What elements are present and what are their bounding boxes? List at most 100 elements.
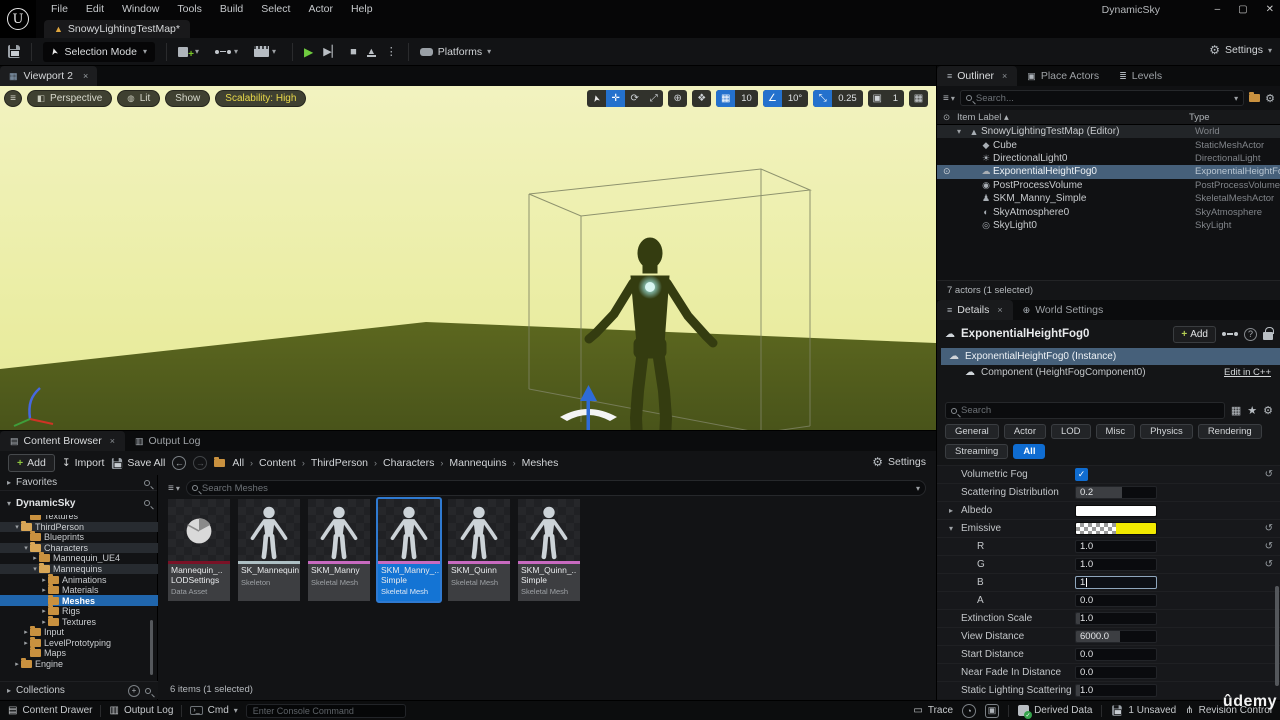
folder-tree-row[interactable]: ▾ThirdPerson [0,522,158,533]
breadcrumb-item[interactable]: Mannequins [449,457,506,469]
minimize-button[interactable]: – [1215,4,1221,15]
outliner-row[interactable]: ♟SKM_Manny_SimpleSkeletalMeshActor [937,192,1280,205]
play-button[interactable]: ▶ [304,45,313,59]
add-button[interactable]: + Add [8,454,55,472]
blueprints-button[interactable]: ▾ [215,47,238,56]
blueprint-icon[interactable] [1222,332,1238,336]
insights-icon[interactable]: ◔ [962,704,976,718]
asset-tile[interactable]: SKM_MannySkeletal Mesh [308,499,370,601]
value-field[interactable]: 1.0 [1075,558,1157,571]
filter-chip-physics[interactable]: Physics [1140,424,1193,439]
close-icon[interactable]: × [83,71,88,81]
tab-place-actors[interactable]: ▣ Place Actors [1017,66,1109,86]
close-icon[interactable]: × [110,436,115,446]
folder-tree-row[interactable]: ▸LevelPrototyping [0,638,158,649]
camera-speed-value[interactable]: 1 [887,93,904,104]
type-header[interactable]: Type [1189,112,1275,123]
selection-mode-dropdown[interactable]: ➤ Selection Mode ▾ [43,42,155,62]
save-icon[interactable] [8,45,20,58]
outliner-row[interactable]: ◐SkyAtmosphere0SkyAtmosphere [937,205,1280,218]
asset-tile[interactable]: Mannequin_..LODSettingsData Asset [168,499,230,601]
select-tool-button[interactable]: ➤ [587,90,606,107]
derived-data-button[interactable]: Derived Data [1018,705,1092,716]
expander-icon[interactable]: ▸ [40,586,48,594]
collections-header[interactable]: ▸ Collections + [0,681,158,699]
tab-outliner[interactable]: ≡ Outliner × [937,66,1017,86]
favorites-icon[interactable]: ★ [1247,404,1257,417]
outliner-row[interactable]: ◉PostProcessVolumePostProcessVolume [937,179,1280,192]
viewport-tab[interactable]: ▦ Viewport 2 × [0,66,97,86]
component-row[interactable]: ☁ Component (HeightFogComponent0) Edit i… [939,364,1279,380]
menu-actor[interactable]: Actor [299,0,342,19]
item-label-header[interactable]: Item Label ▴ [957,112,1009,123]
expander-icon[interactable]: ▾ [13,523,21,531]
tab-details[interactable]: ≡ Details × [937,300,1013,320]
asset-search-input[interactable] [202,483,912,494]
editor-settings-dropdown[interactable]: ⚙ Settings ▾ [1209,43,1272,57]
instance-row[interactable]: ☁ ExponentialHeightFog0 (Instance) [941,348,1280,365]
folder-tree-row[interactable]: ▸Mannequin_UE4 [0,553,158,564]
filter-chip-actor[interactable]: Actor [1004,424,1046,439]
expander-icon[interactable]: ▸ [40,576,48,584]
expander-icon[interactable]: ▸ [40,618,48,626]
console-command-input[interactable] [246,704,406,718]
scale-snap-icon[interactable]: ⤡ [813,90,832,107]
rotation-snap-value[interactable]: 10° [782,93,808,104]
outliner-search[interactable]: ▾ [960,90,1244,106]
stop-button[interactable]: ■ [350,46,357,58]
play-options-icon[interactable]: ⋮ [386,45,397,58]
reset-to-default-icon[interactable]: ↺ [1265,523,1277,534]
add-actor-button[interactable]: + ▾ [178,46,199,58]
view-mode-dropdown[interactable]: ◍Lit [117,90,160,107]
folder-tree-row[interactable]: ▾Mannequins [0,564,158,575]
scale-snap-value[interactable]: 0.25 [832,93,863,104]
expander-icon[interactable]: ▸ [22,628,30,636]
rotate-tool-button[interactable]: ⟳ [625,90,644,107]
help-icon[interactable]: ? [1244,328,1257,341]
back-button[interactable]: ← [172,456,186,470]
menu-build[interactable]: Build [211,0,252,19]
details-settings-icon[interactable]: ⚙ [1263,404,1273,417]
lock-icon[interactable] [1263,332,1273,340]
expander-icon[interactable]: ▾ [31,565,39,573]
filter-chip-streaming[interactable]: Streaming [945,444,1008,459]
show-dropdown[interactable]: Show [165,90,210,107]
new-folder-icon[interactable] [1249,94,1260,102]
move-tool-button[interactable]: ✛ [606,90,625,107]
platforms-dropdown[interactable]: Platforms ▾ [420,46,491,58]
folder-tree-row[interactable]: ▸Input [0,627,158,638]
world-local-toggle[interactable]: ⊕ [668,90,687,107]
surface-snap-button[interactable]: ❖ [692,90,711,107]
folder-tree-row[interactable]: ▸Engine [0,659,158,670]
expander-icon[interactable]: ▸ [13,660,21,668]
breadcrumb-item[interactable]: Characters [383,457,434,469]
search-icon[interactable] [145,688,151,694]
favorites-header[interactable]: ▸ Favorites [0,475,157,491]
grid-snap-value[interactable]: 10 [735,93,758,104]
filter-icon[interactable]: ≡▾ [168,483,180,494]
tab-world-settings[interactable]: ⊕ World Settings [1013,300,1114,320]
value-field-editing[interactable]: 1 [1075,576,1157,589]
unreal-logo[interactable]: U [0,0,36,38]
expander-icon[interactable]: ▸ [949,506,957,515]
viewport-menu-button[interactable]: ≡ [4,90,22,107]
filter-icon[interactable]: ≡▾ [943,93,955,104]
menu-file[interactable]: File [42,0,77,19]
camera-speed-icon[interactable]: ▣ [868,90,887,107]
close-icon[interactable]: × [997,305,1002,315]
reset-to-default-icon[interactable]: ↺ [1265,469,1277,480]
asset-tile[interactable]: SKM_Manny_..SimpleSkeletal Mesh [378,499,440,601]
details-search[interactable] [945,402,1225,419]
filter-chip-misc[interactable]: Misc [1096,424,1136,439]
asset-tile[interactable]: SKM_Quinn_..SimpleSkeletal Mesh [518,499,580,601]
scale-tool-button[interactable]: ⤢ [644,90,663,107]
value-field[interactable]: 1.0 [1075,540,1157,553]
project-root-header[interactable]: ▾ DynamicSky [0,495,157,511]
expander-icon[interactable]: ▾ [957,127,967,136]
asset-tile[interactable]: SK_MannequinSkeleton [238,499,300,601]
unsaved-button[interactable]: 1 Unsaved [1111,704,1176,717]
checkbox[interactable]: ✓ [1075,468,1088,481]
menu-select[interactable]: Select [252,0,299,19]
display-options-icon[interactable]: ▦ [1231,404,1241,417]
menu-help[interactable]: Help [342,0,382,19]
